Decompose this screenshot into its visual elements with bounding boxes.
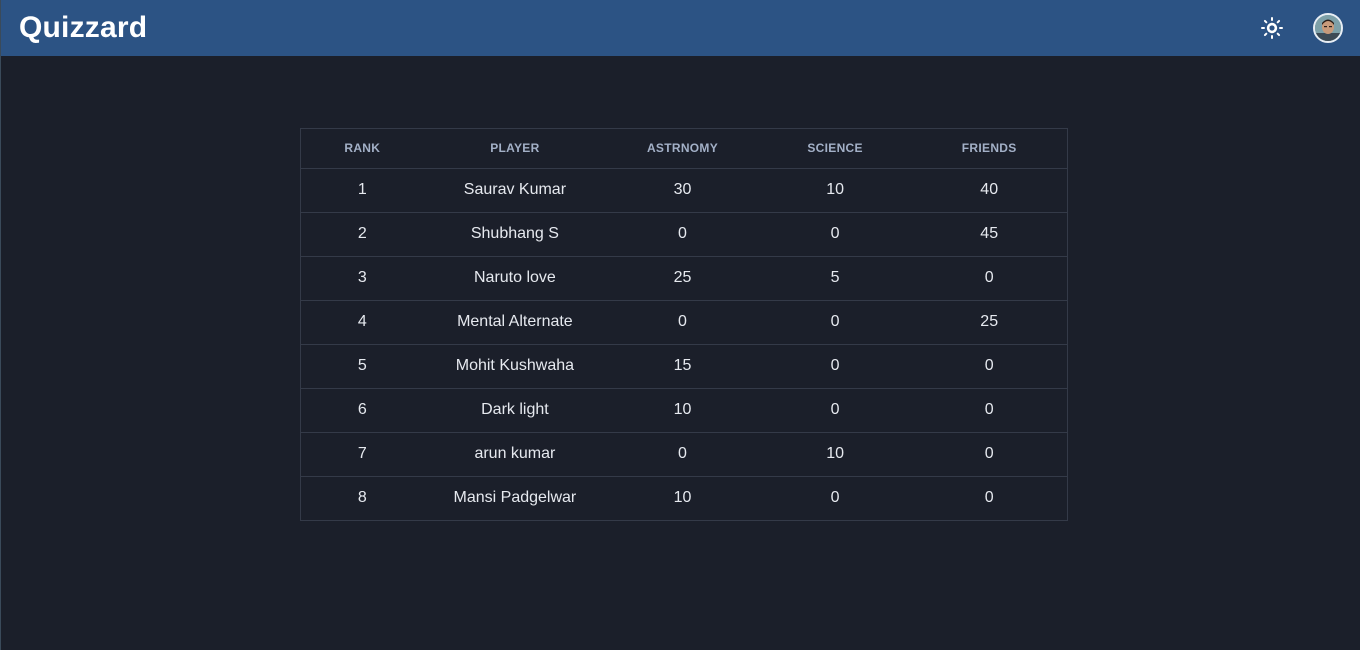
nav-actions xyxy=(1257,13,1343,43)
player-cell: arun kumar xyxy=(423,432,607,477)
science-cell: 0 xyxy=(830,489,840,507)
top-navbar: Quizzard xyxy=(1,0,1360,56)
friends-cell: 25 xyxy=(911,300,1067,345)
rank-cell: 5 xyxy=(301,344,424,389)
science-cell: 10 xyxy=(758,432,912,477)
player-cell: Shubhang S xyxy=(423,212,607,257)
column-header-science: SCIENCE xyxy=(758,129,912,169)
astronomy-cell: 10 xyxy=(606,388,759,433)
friends-cell: 0 xyxy=(911,256,1067,301)
friends-cell: 0 xyxy=(984,489,994,507)
column-header-player: PLAYER xyxy=(423,129,607,169)
science-cell: 0 xyxy=(758,300,912,345)
friends-cell: 45 xyxy=(911,212,1067,257)
theme-toggle-button[interactable] xyxy=(1257,13,1287,43)
player-cell: Saurav Kumar xyxy=(423,168,607,213)
astronomy-cell: 0 xyxy=(606,432,759,477)
player-cell: Dark light xyxy=(423,388,607,433)
rank-cell: 8 xyxy=(357,489,367,507)
table-body: 1 Saurav Kumar 30 10 40 2 Shubhang S 0 0… xyxy=(301,168,1067,520)
app-root: Quizzard RANK PLAYER ASTRNOMY SCIENCE FR… xyxy=(0,0,1360,650)
science-cell: 5 xyxy=(758,256,912,301)
user-avatar[interactable] xyxy=(1313,13,1343,43)
column-header-rank: RANK xyxy=(301,129,424,169)
table-row: 3 Naruto love 25 5 0 xyxy=(301,256,1067,301)
rank-cell: 4 xyxy=(301,300,424,345)
sun-icon xyxy=(1261,17,1283,39)
column-header-astronomy: ASTRNOMY xyxy=(606,129,759,169)
astronomy-cell: 30 xyxy=(606,168,759,213)
science-cell: 0 xyxy=(758,344,912,389)
table-row: 1 Saurav Kumar 30 10 40 xyxy=(301,168,1067,213)
rank-cell: 2 xyxy=(301,212,424,257)
astronomy-cell: 15 xyxy=(606,344,759,389)
astronomy-cell: 25 xyxy=(606,256,759,301)
player-cell: Mental Alternate xyxy=(423,300,607,345)
science-cell: 10 xyxy=(758,168,912,213)
science-cell: 0 xyxy=(758,212,912,257)
astronomy-cell: 0 xyxy=(606,212,759,257)
rank-cell: 7 xyxy=(301,432,424,477)
science-cell: 0 xyxy=(758,388,912,433)
rank-cell: 3 xyxy=(301,256,424,301)
friends-cell: 0 xyxy=(911,432,1067,477)
rank-cell: 6 xyxy=(301,388,424,433)
table-row: 6 Dark light 10 0 0 xyxy=(301,388,1067,433)
leaderboard-table: RANK PLAYER ASTRNOMY SCIENCE FRIENDS 1 S… xyxy=(300,128,1068,521)
rank-cell: 1 xyxy=(301,168,424,213)
table-row: 7 arun kumar 0 10 0 xyxy=(301,432,1067,477)
player-cell: Mansi Padgelwar xyxy=(453,489,577,507)
table-row: 8 Mansi Padgelwar 10 0 0 xyxy=(301,476,1067,520)
friends-cell: 0 xyxy=(911,388,1067,433)
table-row: 4 Mental Alternate 0 0 25 xyxy=(301,300,1067,345)
avatar-image xyxy=(1315,15,1341,41)
column-header-friends: FRIENDS xyxy=(911,129,1067,169)
player-cell: Naruto love xyxy=(423,256,607,301)
friends-cell: 40 xyxy=(911,168,1067,213)
table-header: RANK PLAYER ASTRNOMY SCIENCE FRIENDS xyxy=(301,129,1067,169)
astronomy-cell: 0 xyxy=(606,300,759,345)
app-title[interactable]: Quizzard xyxy=(19,11,147,45)
table-row: 2 Shubhang S 0 0 45 xyxy=(301,212,1067,257)
table-row: 5 Mohit Kushwaha 15 0 0 xyxy=(301,344,1067,389)
astronomy-cell: 10 xyxy=(673,489,692,507)
player-cell: Mohit Kushwaha xyxy=(423,344,607,389)
friends-cell: 0 xyxy=(911,344,1067,389)
